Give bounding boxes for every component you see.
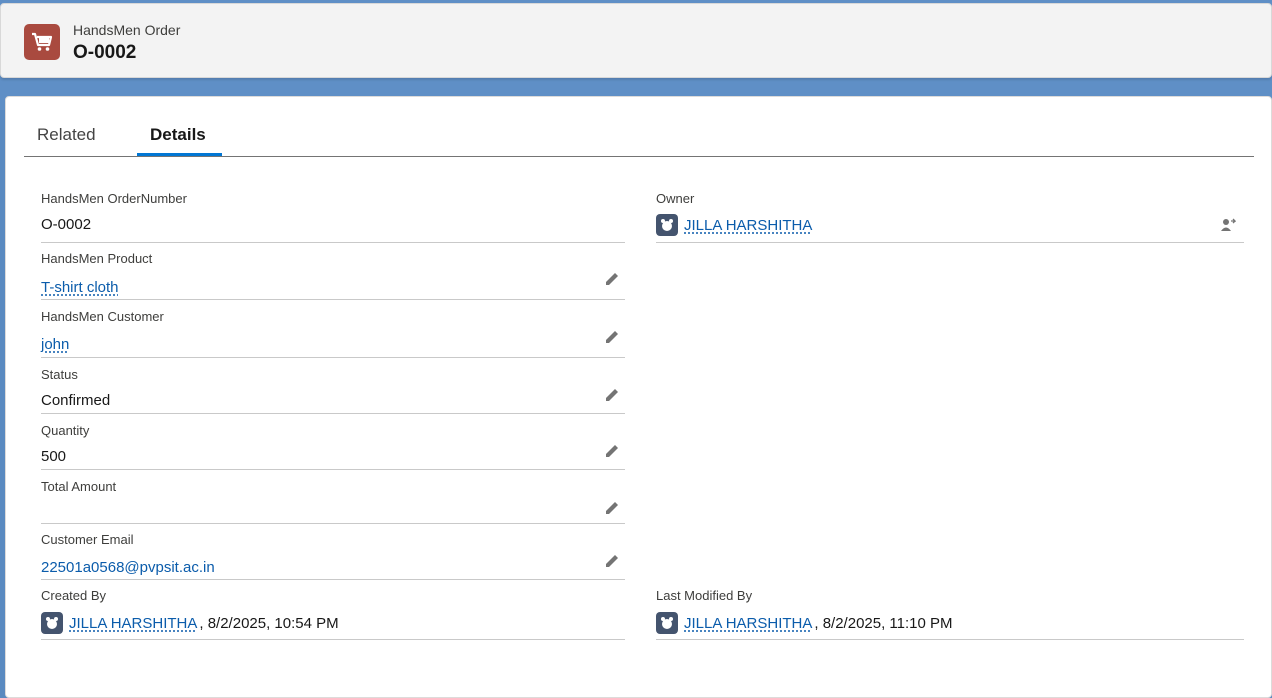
user-avatar-icon — [41, 612, 63, 634]
field-owner: Owner JILLA HARSHITHA — [656, 191, 1244, 243]
last-modified-by-user-link[interactable]: JILLA HARSHITHA — [684, 615, 812, 632]
field-value: 500 — [41, 448, 67, 465]
field-value: O-0002 — [41, 216, 92, 233]
field-customer: HandsMen Customer john — [41, 309, 625, 358]
field-label: Created By — [41, 588, 107, 603]
object-type-label: HandsMen Order — [73, 22, 181, 38]
field-label: Total Amount — [41, 479, 117, 494]
field-label: HandsMen OrderNumber — [41, 191, 187, 206]
last-modified-by-date: , 8/2/2025, 11:10 PM — [814, 614, 953, 632]
field-last-modified-by: Last Modified By JILLA HARSHITHA , 8/2/2… — [656, 588, 1244, 640]
field-total-amount: Total Amount — [41, 479, 625, 524]
field-product: HandsMen Product T-shirt cloth — [41, 251, 625, 300]
field-label: Customer Email — [41, 532, 134, 547]
product-link[interactable]: T-shirt cloth — [41, 279, 119, 296]
customer-email-link[interactable]: 22501a0568@pvpsit.ac.in — [41, 559, 215, 576]
created-by-date: , 8/2/2025, 10:54 PM — [199, 614, 339, 632]
details-card: Related Details HandsMen OrderNumber O-0… — [5, 96, 1272, 698]
edit-pencil-icon[interactable] — [604, 443, 620, 459]
edit-pencil-icon[interactable] — [604, 329, 620, 345]
active-tab-indicator — [137, 153, 222, 156]
owner-value: JILLA HARSHITHA — [656, 214, 812, 236]
edit-pencil-icon[interactable] — [604, 553, 620, 569]
user-avatar-icon — [656, 214, 678, 236]
created-by-value: JILLA HARSHITHA , 8/2/2025, 10:54 PM — [41, 612, 339, 634]
field-label: Status — [41, 367, 78, 382]
field-customer-email: Customer Email 22501a0568@pvpsit.ac.in — [41, 532, 625, 580]
field-created-by: Created By JILLA HARSHITHA , 8/2/2025, 1… — [41, 588, 625, 640]
last-modified-by-value: JILLA HARSHITHA , 8/2/2025, 11:10 PM — [656, 612, 953, 634]
created-by-user-link[interactable]: JILLA HARSHITHA — [69, 615, 197, 632]
field-quantity: Quantity 500 — [41, 423, 625, 470]
owner-user-link[interactable]: JILLA HARSHITHA — [684, 217, 812, 234]
edit-pencil-icon[interactable] — [604, 271, 620, 287]
field-status: Status Confirmed — [41, 367, 625, 414]
change-owner-icon[interactable] — [1220, 217, 1236, 233]
field-label: Last Modified By — [656, 588, 753, 603]
tab-bar: Related Details — [24, 115, 1254, 157]
field-value: Confirmed — [41, 392, 111, 409]
record-header: HandsMen Order O-0002 — [0, 3, 1272, 78]
cart-icon — [24, 24, 60, 60]
field-order-number: HandsMen OrderNumber O-0002 — [41, 191, 625, 243]
field-label: Quantity — [41, 423, 90, 438]
edit-pencil-icon[interactable] — [604, 387, 620, 403]
field-label: Owner — [656, 191, 695, 206]
record-title: O-0002 — [73, 42, 137, 63]
tab-details[interactable]: Details — [150, 125, 206, 145]
field-label: HandsMen Customer — [41, 309, 164, 324]
field-label: HandsMen Product — [41, 251, 153, 266]
tab-related[interactable]: Related — [37, 125, 96, 145]
edit-pencil-icon[interactable] — [604, 500, 620, 516]
customer-link[interactable]: john — [41, 336, 69, 353]
user-avatar-icon — [656, 612, 678, 634]
